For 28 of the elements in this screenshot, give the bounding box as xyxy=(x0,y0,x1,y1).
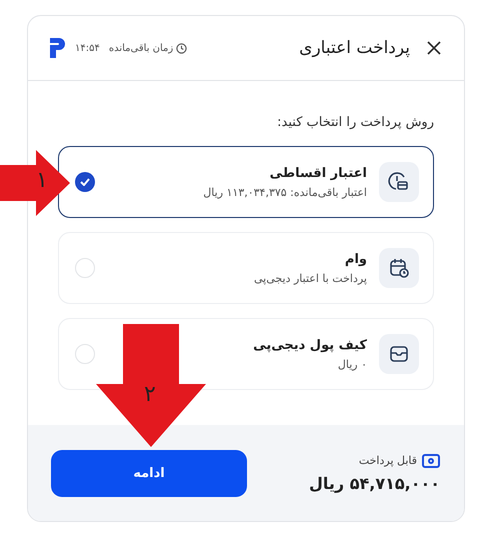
cash-icon xyxy=(422,454,440,468)
payment-option[interactable]: اعتبار اقساطی اعتبار باقی‌مانده: ۱۱۳,۰۳۴,۳۷۵ ریال xyxy=(58,146,434,218)
option-subtitle: اعتبار باقی‌مانده: ۱۱۳,۰۳۴,۳۷۵ ریال xyxy=(202,186,367,198)
timer-label: زمان باقی‌مانده xyxy=(108,42,174,54)
annotation-number: ۱ xyxy=(36,168,48,193)
payable-label: قابل پرداخت xyxy=(358,454,417,467)
dialog-title: پرداخت اعتباری xyxy=(299,38,410,58)
option-title: وام xyxy=(344,252,367,266)
option-subtitle: ۰ ریال xyxy=(336,358,367,370)
payment-option[interactable]: وام پرداخت با اعتبار دیجی‌پی xyxy=(58,232,434,304)
prompt-text: روش پرداخت را انتخاب کنید: xyxy=(276,115,434,130)
radio-button[interactable] xyxy=(75,344,95,364)
option-subtitle: پرداخت با اعتبار دیجی‌پی xyxy=(253,272,367,284)
payable-amount: ۵۴,۷۱۵,۰۰۰ ریال xyxy=(309,474,440,492)
close-icon[interactable] xyxy=(426,40,442,56)
check-icon xyxy=(80,178,90,186)
clock-icon xyxy=(176,42,188,54)
timer-value: ۱۴:۵۴ xyxy=(75,42,100,54)
radio-button[interactable] xyxy=(75,258,95,278)
annotation-arrow xyxy=(0,150,72,216)
continue-button[interactable]: ادامه xyxy=(51,450,247,496)
logo-icon xyxy=(50,38,65,58)
clock-card-icon xyxy=(388,171,410,193)
radio-button[interactable] xyxy=(75,172,95,192)
calendar-clock-icon xyxy=(388,257,410,279)
wallet-icon xyxy=(388,343,410,365)
option-title: اعتبار اقساطی xyxy=(268,166,367,180)
option-title: کیف پول دیجی‌پی xyxy=(252,338,367,352)
